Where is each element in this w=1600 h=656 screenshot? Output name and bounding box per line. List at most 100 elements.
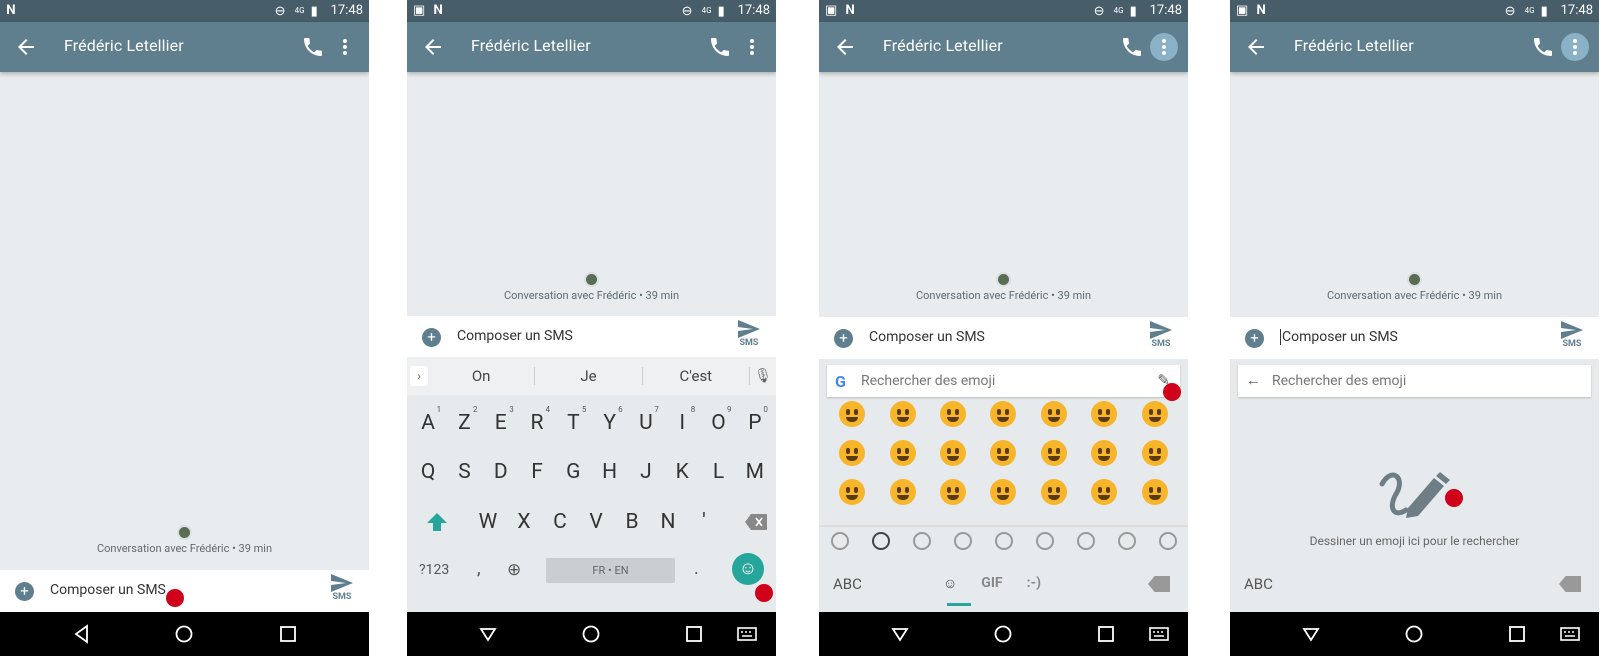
food-category-icon[interactable] [953,532,972,550]
nav-home-icon[interactable] [1404,624,1424,644]
emoji-sunglasses[interactable] [1040,440,1067,466]
nav-hide-keyboard-icon[interactable] [1301,624,1321,644]
suggestion-3[interactable]: C'est [643,367,750,385]
emoji-heart-eyes[interactable] [1091,440,1118,466]
compose-input[interactable]: Composer un SMS [50,582,166,598]
flags-category-icon[interactable] [1158,532,1177,550]
key-h[interactable]: H [593,452,627,492]
emoji-tab-icon[interactable]: ☺ [943,575,957,592]
emoji-smile[interactable] [1091,401,1118,427]
nav-hide-keyboard-icon[interactable] [890,624,910,644]
abc-button[interactable]: ABC [833,575,862,593]
send-sms-button[interactable]: SMS [736,320,762,348]
compose-input[interactable]: Composer un SMS [869,329,985,345]
add-attachment-icon[interactable]: + [422,328,441,347]
abc-button[interactable]: ABC [1244,575,1273,593]
period-key[interactable]: . [694,558,699,579]
nav-recents-icon[interactable] [278,624,298,644]
emoji-smiley[interactable] [1040,401,1067,427]
emoji-wink[interactable] [889,440,916,466]
chevron-right-icon[interactable]: › [410,366,428,386]
gif-tab[interactable]: GIF [981,575,1002,592]
more-options-icon[interactable] [1561,33,1589,61]
key-j[interactable]: J [629,452,663,492]
key-d[interactable]: D [484,452,518,492]
emoji-thinking[interactable] [1141,479,1168,505]
emoji-joy[interactable] [940,401,967,427]
objects-category-icon[interactable] [1076,532,1095,550]
nav-recents-icon[interactable] [1507,624,1527,644]
microphone-icon[interactable]: 🎙 [750,368,776,384]
send-sms-button[interactable]: SMS [1559,321,1585,349]
key-w[interactable]: W [471,502,505,542]
shift-key[interactable] [419,502,455,542]
back-arrow-icon[interactable] [14,35,38,59]
nav-home-icon[interactable] [174,624,194,644]
key-k[interactable]: K [665,452,699,492]
recent-icon[interactable] [830,532,849,550]
keyboard-switch-icon[interactable] [1149,624,1169,644]
suggestion-1[interactable]: On [428,367,536,385]
more-options-icon[interactable] [738,33,766,61]
smileys-category-icon[interactable] [871,532,890,550]
backspace-key[interactable] [739,502,773,542]
key-q[interactable]: Q [411,452,445,492]
emoji-kissing-closed-eyes[interactable] [940,479,967,505]
key-z[interactable]: Z2 [447,403,481,443]
key-apostrophe[interactable]: ' [687,502,721,542]
emoji-rofl[interactable] [990,401,1017,427]
key-a[interactable]: A1 [411,403,445,443]
nav-recents-icon[interactable] [1096,624,1116,644]
key-u[interactable]: U7 [629,403,663,443]
globe-icon[interactable]: ⊕ [507,560,521,580]
key-l[interactable]: L [702,452,736,492]
phone-call-icon[interactable] [708,35,732,59]
suggestion-2[interactable]: Je [535,367,643,385]
back-arrow-icon[interactable] [1244,35,1268,59]
activity-category-icon[interactable] [1035,532,1054,550]
nature-category-icon[interactable] [912,532,931,550]
more-options-icon[interactable] [331,33,359,61]
add-attachment-icon[interactable]: + [15,582,34,601]
key-s[interactable]: S [447,452,481,492]
key-i[interactable]: I8 [665,403,699,443]
phone-call-icon[interactable] [301,35,325,59]
emoji-kissing[interactable] [839,479,866,505]
key-p[interactable]: P0 [738,403,772,443]
backspace-icon[interactable] [1559,576,1581,592]
nav-recents-icon[interactable] [684,624,704,644]
symbols-category-icon[interactable] [1117,532,1136,550]
key-x[interactable]: X [507,502,541,542]
key-t[interactable]: T5 [556,403,590,443]
key-m[interactable]: M [738,452,772,492]
nav-home-icon[interactable] [581,624,601,644]
keyboard-switch-icon[interactable] [1560,624,1580,644]
key-v[interactable]: V [579,502,613,542]
comma-key[interactable]: , [477,558,481,579]
send-sms-button[interactable]: SMS [329,574,355,602]
compose-input[interactable]: Composer un SMS [1280,329,1398,345]
emoji-sweat-smile[interactable] [1141,401,1168,427]
back-arrow-icon[interactable]: ← [1246,371,1261,389]
emoji-grinning[interactable] [839,401,866,427]
emoji-key[interactable]: ☺ [732,553,764,585]
backspace-icon[interactable] [1148,576,1170,592]
more-options-icon[interactable] [1150,33,1178,61]
emoji-laughing[interactable] [839,440,866,466]
key-n[interactable]: N [651,502,685,542]
emoji-beaming[interactable] [889,401,916,427]
emoji-slight-smile[interactable] [990,479,1017,505]
add-attachment-icon[interactable]: + [1245,329,1264,348]
nav-back-icon[interactable] [72,624,92,644]
emoji-blush[interactable] [940,440,967,466]
symbols-key[interactable]: ?123 [419,562,449,578]
send-sms-button[interactable]: SMS [1148,321,1174,349]
emoji-hugging[interactable] [1091,479,1118,505]
key-b[interactable]: B [615,502,649,542]
nav-home-icon[interactable] [993,624,1013,644]
emoticon-tab[interactable]: :-) [1027,575,1041,592]
emoji-kissing-smiling[interactable] [889,479,916,505]
emoji-search-box[interactable]: G Rechercher des emoji ✎ [827,365,1180,397]
emoji-kissing-heart[interactable] [1141,440,1168,466]
emoji-search-box[interactable]: ← Rechercher des emoji [1238,365,1591,397]
